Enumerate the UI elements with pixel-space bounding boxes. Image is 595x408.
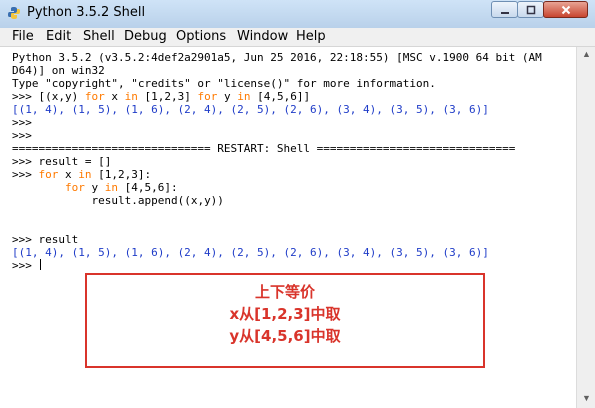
menu-window[interactable]: Window <box>237 29 288 45</box>
text-cursor <box>39 259 41 270</box>
input-line: >>> for x in [1,2,3]: <box>12 168 152 181</box>
prompt-line: >>> <box>12 259 41 272</box>
minimize-button[interactable] <box>491 1 518 18</box>
annotation-line: y从[4,5,6]中取 <box>229 327 341 345</box>
banner-line: Python 3.5.2 (v3.5.2:4def2a2901a5, Jun 2… <box>12 51 542 64</box>
input-line: >>> [(x,y) for x in [1,2,3] for y in [4,… <box>12 90 311 103</box>
menu-edit[interactable]: Edit <box>46 29 71 45</box>
minimize-icon <box>500 11 509 14</box>
scroll-down-icon[interactable]: ▼ <box>582 393 591 403</box>
maximize-button[interactable] <box>517 1 544 18</box>
menu-debug[interactable]: Debug <box>124 29 167 45</box>
restart-banner: ============================== RESTART: … <box>12 142 516 155</box>
vertical-scrollbar[interactable]: ▲ ▼ <box>576 47 595 408</box>
prompt: >>> <box>12 168 39 181</box>
idle-shell-window: Python 3.5.2 Shell File Edit Shell Debug… <box>0 0 595 408</box>
title-bar[interactable]: Python 3.5.2 Shell <box>0 0 595 28</box>
prompt-line: >>> <box>12 129 39 142</box>
annotation-box: 上下等价 x从[1,2,3]中取 y从[4,5,6]中取 <box>85 273 485 368</box>
prompt: >>> <box>12 155 39 168</box>
banner-line: Type "copyright", "credits" or "license(… <box>12 77 436 90</box>
close-button[interactable] <box>543 1 588 18</box>
menu-file[interactable]: File <box>12 29 34 45</box>
scroll-up-icon[interactable]: ▲ <box>582 49 591 59</box>
banner-line: D64)] on win32 <box>12 64 105 77</box>
menu-help[interactable]: Help <box>296 29 326 45</box>
menu-shell[interactable]: Shell <box>83 29 115 45</box>
input-line: for y in [4,5,6]: <box>65 181 178 194</box>
input-line: result.append((x,y)) <box>38 194 224 207</box>
menu-options[interactable]: Options <box>176 29 226 45</box>
annotation-line: 上下等价 <box>254 283 315 301</box>
prompt-line: >>> <box>12 116 39 129</box>
python-icon <box>8 7 20 19</box>
menu-bar: File Edit Shell Debug Options Window Hel… <box>0 28 595 47</box>
output-line: [(1, 4), (1, 5), (1, 6), (2, 4), (2, 5),… <box>12 246 489 259</box>
prompt: >>> <box>12 259 39 272</box>
prompt: >>> <box>12 233 39 246</box>
output-line: [(1, 4), (1, 5), (1, 6), (2, 4), (2, 5),… <box>12 103 489 116</box>
annotation-line: x从[1,2,3]中取 <box>229 305 341 323</box>
prompt: >>> <box>12 90 39 103</box>
input-line: >>> result <box>12 233 79 246</box>
close-icon <box>561 5 570 14</box>
window-title: Python 3.5.2 Shell <box>27 5 146 20</box>
input-line: >>> result = [] <box>12 155 112 168</box>
maximize-icon <box>526 5 535 14</box>
